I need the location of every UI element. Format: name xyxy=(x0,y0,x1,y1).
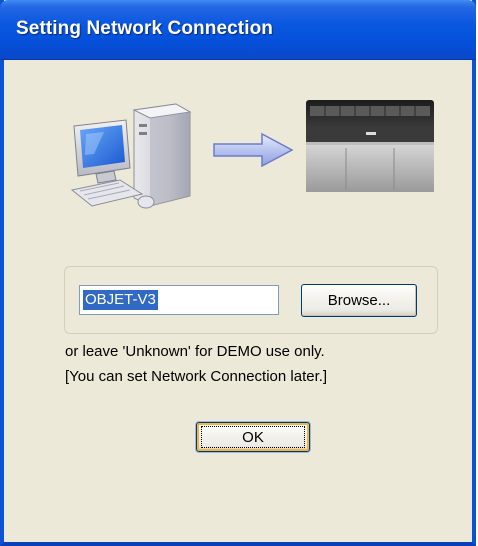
printer-name-value: OBJET-V3 xyxy=(83,290,158,310)
later-note: [You can set Network Connection later.] xyxy=(65,368,328,385)
ok-button[interactable]: OK xyxy=(196,422,310,452)
ok-button-label: OK xyxy=(242,428,264,446)
title-bar[interactable]: Setting Network Connection xyxy=(0,0,476,60)
computer-icon xyxy=(70,103,192,209)
window-title: Setting Network Connection xyxy=(16,18,273,39)
demo-note: or leave 'Unknown' for DEMO use only. xyxy=(65,343,325,360)
dialog-window: Setting Network Connection OBJET-V3 Brow… xyxy=(0,0,476,546)
browse-button-label: Browse... xyxy=(327,292,391,309)
arrow-right-icon xyxy=(213,132,294,168)
printer-name-input[interactable]: OBJET-V3 xyxy=(79,285,279,315)
3d-printer-icon xyxy=(306,100,434,192)
browse-button[interactable]: Browse... xyxy=(301,284,417,317)
